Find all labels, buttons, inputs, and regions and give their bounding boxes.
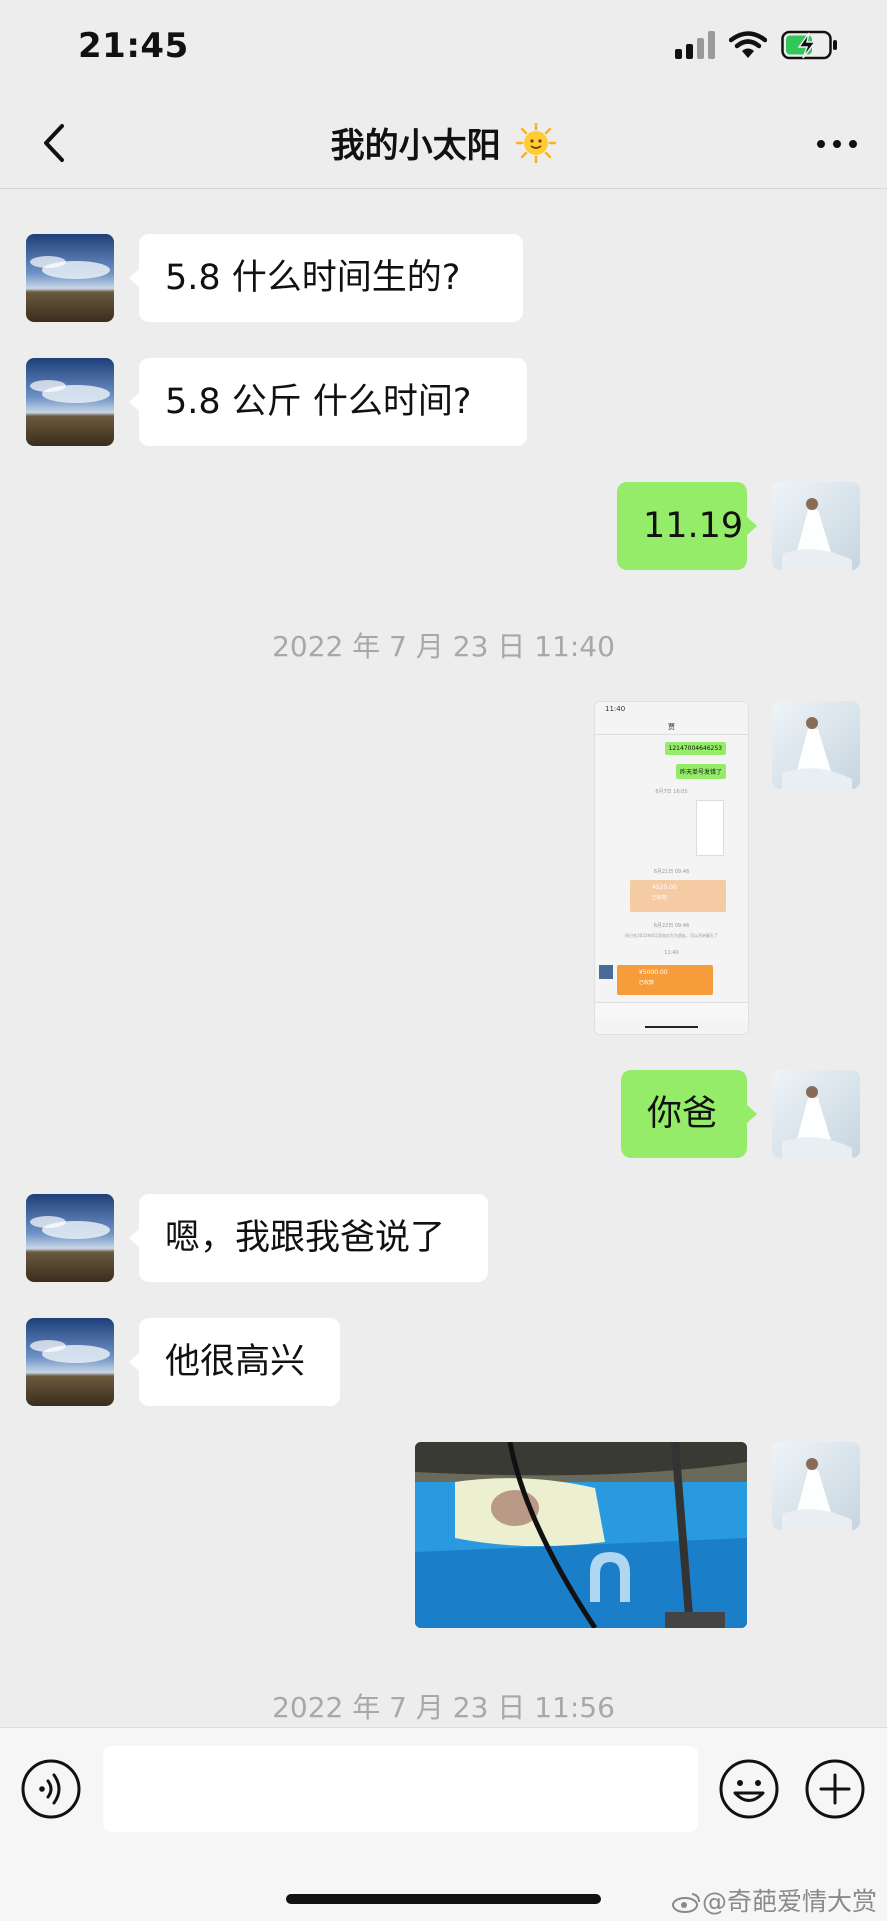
message-bubble-sent[interactable]: 11.19 (617, 482, 757, 570)
thumb-home-indicator (645, 1026, 698, 1028)
contact-avatar[interactable] (26, 1194, 114, 1282)
my-avatar[interactable] (772, 701, 860, 789)
status-bar: 21:45 (0, 0, 887, 100)
thumb-system-note: 你已在2022年6月添加对方为朋友，可以开始聊天了 (625, 933, 718, 938)
my-avatar[interactable] (772, 1070, 860, 1158)
status-time: 21:45 (78, 26, 189, 66)
chat-title: 我的小太阳 (0, 118, 887, 167)
image-message-photo[interactable] (415, 1442, 747, 1628)
thumb-transfer: ¥520.00 已收款 (630, 880, 726, 912)
thumb-msg: 昨天单号发错了 (675, 764, 726, 779)
message-input[interactable] (103, 1746, 698, 1832)
contact-avatar[interactable] (26, 1318, 114, 1406)
thumb-input-bar (595, 1002, 748, 1019)
contact-avatar[interactable] (26, 358, 114, 446)
emoji-icon[interactable] (718, 1758, 780, 1820)
chat-title-text: 我的小太阳 (330, 126, 501, 166)
image-message-screenshot[interactable]: 11:40 贾 12147004646253 昨天单号发错了 6月7日 16:0… (594, 701, 749, 1035)
message-bubble-received[interactable]: 他很高兴 (129, 1318, 340, 1406)
message-bubble-received[interactable]: 5.8 什么时间生的? (129, 234, 523, 322)
watermark-text: @奇葩爱情大赏 (701, 1887, 877, 1916)
thumb-msg: 12147004646253 (664, 742, 726, 755)
message-bubble-received[interactable]: 5.8 公斤 什么时间? (129, 358, 527, 446)
contact-avatar[interactable] (26, 234, 114, 322)
thumb-timestamp: 6月21日 09:46 (653, 869, 690, 875)
thumb-transfer-amount: ¥5000.00 (639, 969, 668, 976)
thumb-avatar (599, 965, 613, 979)
my-avatar[interactable] (772, 482, 860, 570)
add-icon[interactable] (804, 1758, 866, 1820)
weibo-logo-icon (671, 1893, 700, 1913)
message-bubble-sent[interactable]: 你爸 (621, 1070, 757, 1158)
thumb-transfer-status: 已收款 (639, 980, 655, 986)
thumb-status-time: 11:40 (605, 705, 626, 713)
thumb-timestamp: 11:40 (664, 950, 679, 956)
thumb-timestamp: 6月7日 16:05 (655, 789, 688, 795)
sun-emoji-icon (516, 123, 557, 163)
thumb-transfer-amount: ¥520.00 (652, 884, 677, 891)
thumb-transfer-status: 已收款 (652, 895, 668, 901)
my-avatar[interactable] (772, 1442, 860, 1530)
voice-input-icon[interactable] (20, 1758, 82, 1820)
more-options-icon[interactable] (813, 126, 861, 162)
thumb-title: 贾 (668, 723, 675, 731)
thumb-timestamp: 6月22日 09:46 (653, 923, 690, 929)
watermark: @奇葩爱情大赏 (671, 1882, 877, 1918)
thumb-transfer: ¥5000.00 已收款 (617, 965, 713, 995)
thumb-image (696, 800, 724, 856)
message-timestamp: 2022 年 7 月 23 日 11:40 (272, 630, 615, 663)
wifi-icon (729, 31, 767, 58)
message-timestamp: 2022 年 7 月 23 日 11:56 (272, 1691, 615, 1724)
signal-icon (675, 31, 715, 59)
message-bubble-received[interactable]: 嗯，我跟我爸说了 (129, 1194, 488, 1282)
home-indicator (286, 1894, 601, 1904)
battery-icon (781, 30, 837, 60)
chat-header: 我的小太阳 (0, 100, 887, 189)
